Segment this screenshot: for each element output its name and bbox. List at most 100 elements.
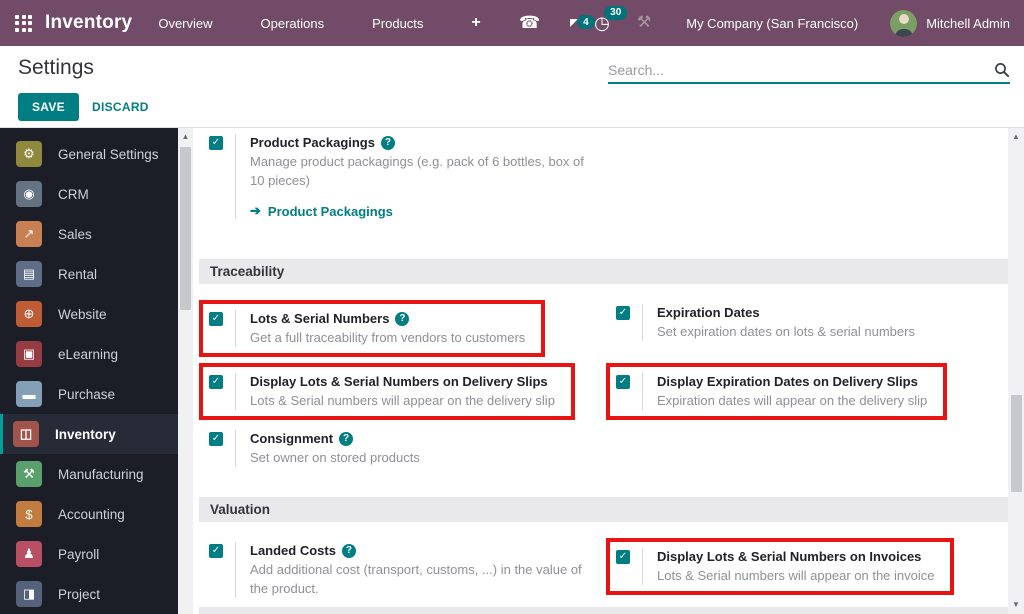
activities-clock-icon[interactable]: ◷ 30 bbox=[594, 5, 628, 33]
page-title: Settings bbox=[18, 56, 94, 79]
save-button[interactable]: SAVE bbox=[18, 93, 79, 121]
sidebar-item-website[interactable]: ⊕ Website bbox=[0, 294, 178, 334]
user-name: Mitchell Admin bbox=[926, 15, 1010, 31]
sidebar-item-sales[interactable]: ↗ Sales bbox=[0, 214, 178, 254]
setting-checkbox[interactable]: ✓ bbox=[616, 550, 630, 564]
plus-menu-icon[interactable]: + bbox=[471, 14, 480, 32]
navbar-menu-overview[interactable]: Overview bbox=[158, 16, 212, 31]
globe-icon: ⊕ bbox=[16, 301, 42, 327]
accounting-icon: $ bbox=[16, 501, 42, 527]
check-icon: ✓ bbox=[211, 137, 221, 148]
setting-description: Add additional cost (transport, customs,… bbox=[250, 562, 582, 596]
scroll-up-icon[interactable]: ▲ bbox=[178, 130, 193, 144]
sidebar-item-elearning[interactable]: ▣ eLearning bbox=[0, 334, 178, 374]
setting-checkbox[interactable]: ✓ bbox=[209, 432, 223, 446]
setting-label: Product Packagings bbox=[250, 135, 375, 150]
sidebar-app-label: Rental bbox=[58, 266, 98, 282]
gear-icon: ⚙ bbox=[16, 141, 42, 167]
setting-label: Expiration Dates bbox=[657, 305, 760, 320]
phone-icon[interactable]: ☎ bbox=[519, 14, 540, 32]
search-icon[interactable] bbox=[994, 62, 1010, 78]
section-header-valuation: Valuation bbox=[199, 497, 1008, 522]
check-icon: ✓ bbox=[211, 376, 221, 387]
setting-description: Lots & Serial numbers will appear on the… bbox=[250, 393, 555, 408]
sidebar-item-general-settings[interactable]: ⚙ General Settings bbox=[0, 134, 178, 174]
next-section-bar-peek bbox=[199, 607, 1008, 614]
sidebar-item-rental[interactable]: ▤ Rental bbox=[0, 254, 178, 294]
sidebar-item-project[interactable]: ◨ Project bbox=[0, 574, 178, 614]
scrollbar-thumb[interactable] bbox=[1010, 395, 1022, 492]
sidebar-item-purchase[interactable]: ▬ Purchase bbox=[0, 374, 178, 414]
app-title[interactable]: Inventory bbox=[45, 12, 132, 34]
sidebar-scrollbar[interactable]: ▲ bbox=[178, 128, 193, 614]
sidebar-item-inventory[interactable]: ◫ Inventory bbox=[0, 414, 178, 454]
project-icon: ◨ bbox=[16, 581, 42, 607]
help-icon[interactable]: ? bbox=[339, 432, 354, 446]
sidebar-app-label: Manufacturing bbox=[58, 466, 144, 482]
setting-description: Expiration dates will appear on the deli… bbox=[657, 393, 928, 408]
search-input[interactable] bbox=[608, 62, 994, 78]
settings-row: ✓ Consignment ? Set owner on stored prod… bbox=[199, 426, 1008, 473]
setting-display-lots-serial-numbers-on-delivery-slips: ✓ Display Lots & Serial Numbers on Deliv… bbox=[199, 363, 575, 420]
company-switcher[interactable]: My Company (San Francisco) bbox=[686, 16, 858, 31]
sidebar-item-accounting[interactable]: $ Accounting bbox=[0, 494, 178, 534]
sidebar-app-label: eLearning bbox=[58, 346, 119, 362]
top-navbar: Inventory Overview Operations Products +… bbox=[0, 0, 1024, 46]
sidebar-app-label: Inventory bbox=[55, 426, 116, 442]
setting-checkbox[interactable]: ✓ bbox=[616, 306, 630, 320]
setting-checkbox[interactable]: ✓ bbox=[209, 136, 223, 150]
page-scrollbar[interactable]: ▲ ▼ bbox=[1008, 128, 1024, 614]
scroll-up-icon[interactable]: ▲ bbox=[1008, 130, 1024, 144]
setting-consignment: ✓ Consignment ? Set owner on stored prod… bbox=[199, 426, 606, 473]
purchase-card-icon: ▬ bbox=[16, 381, 42, 407]
settings-row: ✓ Landed Costs ? Add additional cost (tr… bbox=[199, 538, 1008, 604]
apps-grid-icon[interactable] bbox=[15, 14, 32, 32]
setting-lots-serial-numbers: ✓ Lots & Serial Numbers ? Get a full tra… bbox=[199, 300, 546, 357]
tools-icon[interactable]: ⚒ bbox=[637, 15, 651, 31]
sidebar-item-manufacturing[interactable]: ⚒ Manufacturing bbox=[0, 454, 178, 494]
sidebar-app-label: Sales bbox=[58, 226, 92, 242]
scrollbar-thumb[interactable] bbox=[180, 147, 191, 310]
setting-description: Set owner on stored products bbox=[250, 450, 420, 465]
setting-link[interactable]: ➔ Product Packagings bbox=[250, 203, 587, 219]
sidebar-app-label: Purchase bbox=[58, 386, 116, 402]
setting-description: Get a full traceability from vendors to … bbox=[250, 330, 526, 345]
check-icon: ✓ bbox=[618, 551, 628, 562]
systray: ☎ 4 ◷ 30 ⚒ My Company (San Francisco) Mi… bbox=[519, 5, 1024, 37]
setting-label: Display Lots & Serial Numbers on Deliver… bbox=[250, 374, 548, 389]
check-icon: ✓ bbox=[618, 376, 628, 387]
setting-display-lots-serial-numbers-on-invoices: ✓ Display Lots & Serial Numbers on Invoi… bbox=[606, 538, 955, 595]
control-panel: Settings SAVE DISCARD bbox=[0, 46, 1024, 128]
scroll-down-icon[interactable]: ▼ bbox=[1008, 598, 1024, 612]
navbar-menu-operations[interactable]: Operations bbox=[261, 16, 325, 31]
check-icon: ✓ bbox=[618, 307, 628, 318]
help-icon[interactable]: ? bbox=[341, 544, 356, 558]
setting-label: Display Lots & Serial Numbers on Invoice… bbox=[657, 549, 922, 564]
sidebar-app-label: CRM bbox=[58, 186, 89, 202]
help-icon[interactable]: ? bbox=[395, 312, 410, 326]
setting-display-expiration-dates-on-delivery-slips: ✓ Display Expiration Dates on Delivery S… bbox=[606, 363, 948, 420]
discard-button[interactable]: DISCARD bbox=[92, 100, 149, 114]
help-icon[interactable]: ? bbox=[380, 136, 395, 150]
setting-checkbox[interactable]: ✓ bbox=[209, 544, 223, 558]
setting-description: Manage product packagings (e.g. pack of … bbox=[250, 154, 584, 188]
setting-checkbox[interactable]: ✓ bbox=[616, 375, 630, 389]
sidebar-app-label: Accounting bbox=[58, 506, 125, 522]
sidebar-item-payroll[interactable]: ♟ Payroll bbox=[0, 534, 178, 574]
section-header-traceability: Traceability bbox=[199, 259, 1008, 284]
setting-checkbox[interactable]: ✓ bbox=[209, 375, 223, 389]
sidebar-item-crm[interactable]: ◉ CRM bbox=[0, 174, 178, 214]
sidebar-app-label: Website bbox=[58, 306, 107, 322]
setting-expiration-dates: ✓ Expiration Dates Set expiration dates … bbox=[606, 300, 1008, 347]
navbar-menu-products[interactable]: Products bbox=[372, 16, 423, 31]
sidebar-app-label: Project bbox=[58, 586, 101, 602]
setting-checkbox[interactable]: ✓ bbox=[209, 312, 223, 326]
sidebar-app-label: Payroll bbox=[58, 546, 100, 562]
setting-label: Lots & Serial Numbers bbox=[250, 311, 390, 326]
user-menu[interactable]: Mitchell Admin bbox=[890, 9, 1010, 37]
payroll-icon: ♟ bbox=[16, 541, 42, 567]
crm-icon: ◉ bbox=[16, 181, 42, 207]
messages-badge: 4 bbox=[577, 15, 595, 29]
inventory-box-icon: ◫ bbox=[13, 421, 39, 447]
arrow-right-icon: ➔ bbox=[250, 203, 261, 218]
